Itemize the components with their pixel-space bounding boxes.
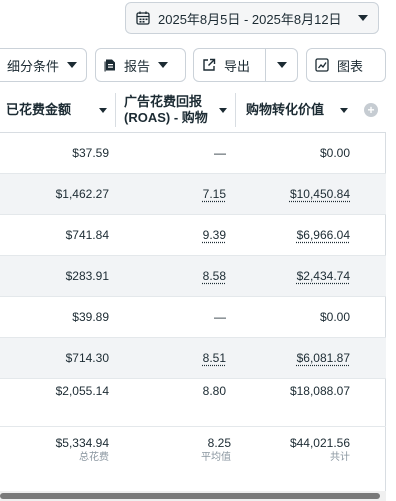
ads-metrics-table: 已花费金额 广告花费回报 (ROAS) - 购物 购物转化价值 + $37.59… [0,87,386,491]
column-header-label-line2: (ROAS) - 购物 [124,110,208,125]
export-icon [203,58,216,71]
scrollbar-thumb[interactable] [0,493,380,499]
total-purchase-value-caption: 共计 [330,452,350,463]
total-purchase-value-value: $44,021.56 [289,436,350,450]
export-button[interactable]: 导出 [193,48,266,82]
cell-roas: — [214,146,226,160]
total-purchase-value: $44,021.56 共计 [236,435,350,465]
column-header-label: 广告花费回报 (ROAS) - 购物 [124,94,219,126]
table-header: 已花费金额 广告花费回报 (ROAS) - 购物 购物转化价值 + [0,87,386,133]
cell-spend: $283.91 [65,269,109,283]
column-header-purchase-value[interactable]: 购物转化价值 [236,87,356,133]
totals-row: $5,334.94 总花费 8.25 平均值 $44,021.56 共计 [0,427,386,491]
cell-spend: $741.84 [65,228,109,242]
export-dropdown-button[interactable] [265,48,298,82]
roas-link[interactable]: 9.39 [203,228,226,242]
cell-roas: — [214,310,226,324]
report-button[interactable]: 报告 [95,48,186,82]
table-row: $283.91 8.58 $2,434.74 [0,256,386,297]
chart-icon [315,58,329,72]
cell-purchase-value: $6,081.87 [236,338,350,379]
cell-roas: 7.15 [116,174,226,215]
chevron-down-icon [158,62,169,68]
breakdown-button[interactable]: 细分条件 [0,48,87,82]
cell-spend: $714.30 [65,351,109,365]
total-roas: 8.25 平均值 [116,435,231,465]
table-row: $37.59 — $0.00 [0,133,386,174]
chevron-down-icon [99,107,107,113]
report-label: 报告 [124,58,151,74]
cell-purchase-value: $0.00 [319,146,350,160]
chevron-down-icon [67,62,78,68]
date-range-picker[interactable]: 2025年8月5日 - 2025年8月12日 [125,2,379,34]
chart-label: 图表 [337,58,364,74]
cell-roas: 8.80 [202,384,226,398]
chevron-down-icon [358,15,368,21]
total-spend-caption: 总花费 [79,452,109,463]
cell-spend: $2,055.14 [55,384,109,398]
table-row: $2,055.14 8.80 $18,088.07 [0,379,386,427]
chevron-down-icon [340,107,348,113]
total-spend-value: $5,334.94 [55,436,109,450]
purchase-value-link[interactable]: $6,966.04 [297,228,350,242]
chevron-down-icon [276,62,287,68]
cell-spend: $1,462.27 [55,187,109,201]
export-label: 导出 [224,58,251,74]
purchase-value-link[interactable]: $10,450.84 [290,187,350,201]
table-row: $714.30 8.51 $6,081.87 [0,338,386,379]
horizontal-scrollbar[interactable] [0,491,386,501]
cell-spend: $39.89 [72,310,109,324]
roas-link[interactable]: 7.15 [203,187,226,201]
cell-purchase-value: $0.00 [319,310,350,324]
report-icon [104,59,115,72]
roas-link[interactable]: 8.51 [203,351,226,365]
date-range-label: 2025年8月5日 - 2025年8月12日 [158,11,342,27]
total-roas-caption: 平均值 [201,452,231,463]
purchase-value-link[interactable]: $2,434.74 [297,269,350,283]
column-header-amount-spent[interactable]: 已花费金额 [0,87,115,133]
cell-roas: 8.51 [116,338,226,379]
total-spend: $5,334.94 总花费 [0,435,109,465]
cell-purchase-value: $2,434.74 [236,256,350,297]
table-row: $741.84 9.39 $6,966.04 [0,215,386,256]
table-row: $39.89 — $0.00 [0,297,386,338]
roas-link[interactable]: 8.58 [203,269,226,283]
column-header-label: 已花费金额 [6,102,72,117]
column-header-roas[interactable]: 广告花费回报 (ROAS) - 购物 [116,87,235,133]
column-header-label: 购物转化价值 [246,102,325,117]
cell-purchase-value: $18,088.07 [289,384,350,398]
total-roas-value: 8.25 [207,436,231,450]
cell-roas: 9.39 [116,215,226,256]
cell-roas: 8.58 [116,256,226,297]
toolbar: 细分条件 报告 导出 图表 [0,45,396,85]
breakdown-label: 细分条件 [7,58,60,74]
cell-spend: $37.59 [72,146,109,160]
add-column-icon[interactable]: + [364,103,378,117]
chart-button[interactable]: 图表 [306,48,386,82]
cell-purchase-value: $10,450.84 [236,174,350,215]
cell-purchase-value: $6,966.04 [236,215,350,256]
table-row: $1,462.27 7.15 $10,450.84 [0,174,386,215]
purchase-value-link[interactable]: $6,081.87 [297,351,350,365]
calendar-icon [136,11,150,25]
column-header-label-line1: 广告花费回报 [124,94,203,109]
chevron-down-icon [219,107,227,113]
